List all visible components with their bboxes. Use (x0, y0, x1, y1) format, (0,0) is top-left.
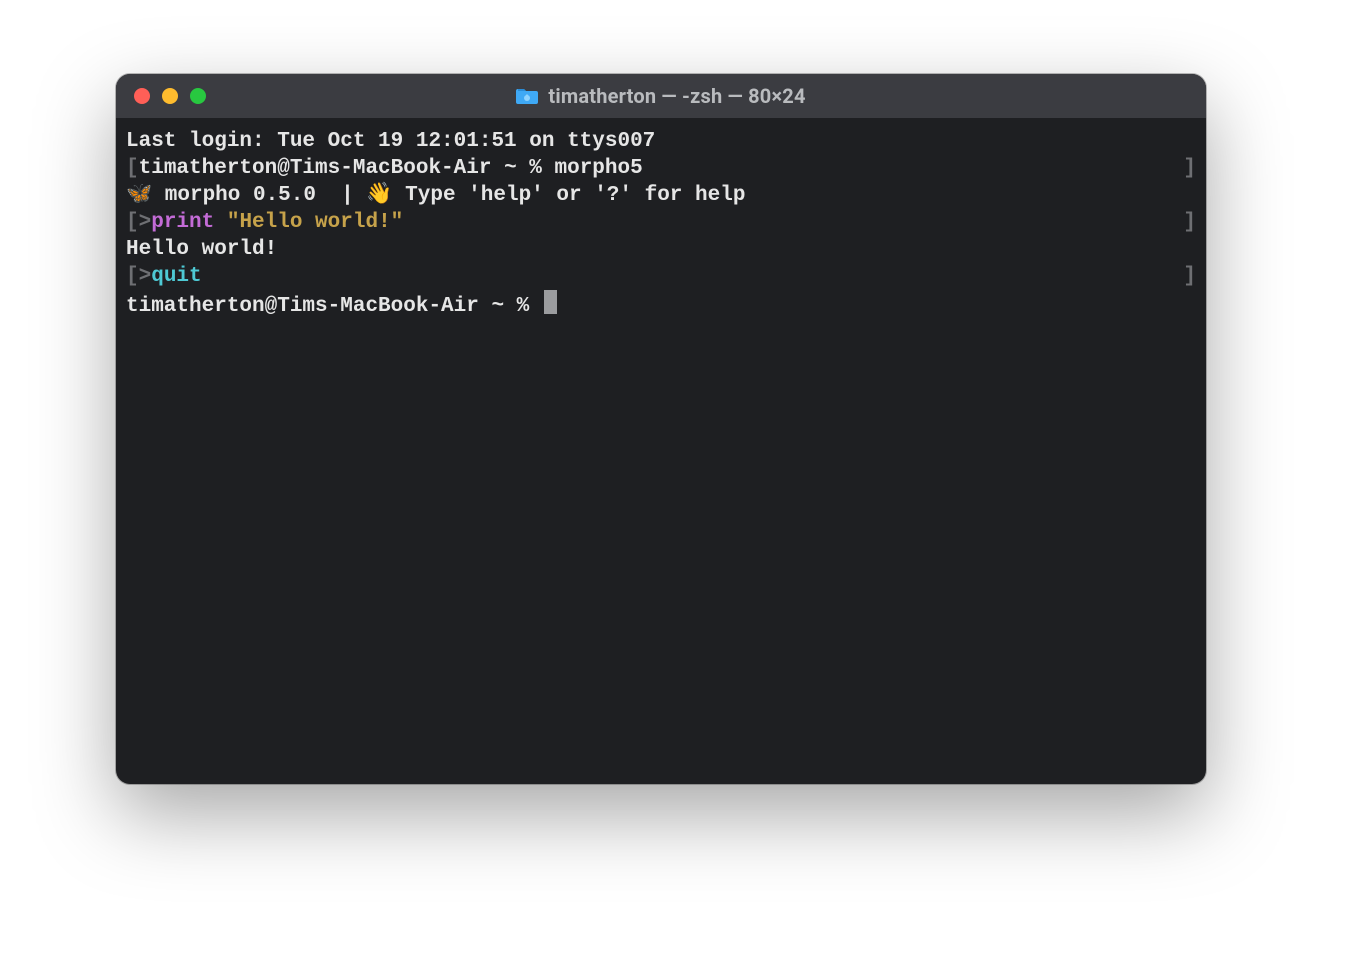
repl-string: "Hello world!" (227, 211, 403, 234)
wave-icon: 👋 (366, 184, 392, 207)
bracket-close: ] (1183, 263, 1196, 290)
cursor-icon (544, 290, 557, 314)
minimize-icon[interactable] (162, 88, 178, 104)
terminal-line-prompt-1: [timatherton@Tims-MacBook-Air ~ % morpho… (126, 155, 1196, 182)
repl-command: quit (151, 265, 201, 288)
window-title: timatherton — -zsh — 80×24 (548, 84, 805, 108)
terminal-line-banner: 🦋 morpho 0.5.0 | 👋 Type 'help' or '?' fo… (126, 182, 1196, 209)
close-icon[interactable] (134, 88, 150, 104)
shell-prompt: timatherton@Tims-MacBook-Air ~ % (126, 295, 542, 318)
bracket-close: ] (1183, 209, 1196, 236)
banner-text-1: morpho 0.5.0 | (152, 184, 366, 207)
banner-text-2: Type 'help' or '?' for help (393, 184, 746, 207)
terminal-line-output: Hello world! (126, 236, 1196, 263)
bracket-open: [ (126, 157, 139, 180)
repl-prompt-icon: > (139, 211, 152, 234)
repl-keyword: print (151, 211, 214, 234)
repl-prompt-icon: > (139, 265, 152, 288)
shell-prompt: timatherton@Tims-MacBook-Air ~ % (139, 157, 555, 180)
terminal-line-prompt-2: timatherton@Tims-MacBook-Air ~ % (126, 290, 1196, 317)
space (214, 211, 227, 234)
titlebar[interactable]: timatherton — -zsh — 80×24 (116, 74, 1206, 118)
traffic-lights (116, 88, 206, 104)
butterfly-icon: 🦋 (126, 184, 152, 207)
terminal-line-repl-print: [>print "Hello world!"] (126, 209, 1196, 236)
output-text: Hello world! (126, 238, 277, 261)
terminal-line-repl-quit: [>quit] (126, 263, 1196, 290)
folder-icon (516, 87, 538, 105)
last-login-text: Last login: Tue Oct 19 12:01:51 on ttys0… (126, 130, 655, 153)
fullscreen-icon[interactable] (190, 88, 206, 104)
terminal-body[interactable]: Last login: Tue Oct 19 12:01:51 on ttys0… (116, 118, 1206, 784)
shell-command: morpho5 (554, 157, 642, 180)
bracket-open: [ (126, 265, 139, 288)
bracket-open: [ (126, 211, 139, 234)
terminal-window: timatherton — -zsh — 80×24 Last login: T… (116, 74, 1206, 784)
bracket-close: ] (1183, 155, 1196, 182)
terminal-line-last-login: Last login: Tue Oct 19 12:01:51 on ttys0… (126, 128, 1196, 155)
